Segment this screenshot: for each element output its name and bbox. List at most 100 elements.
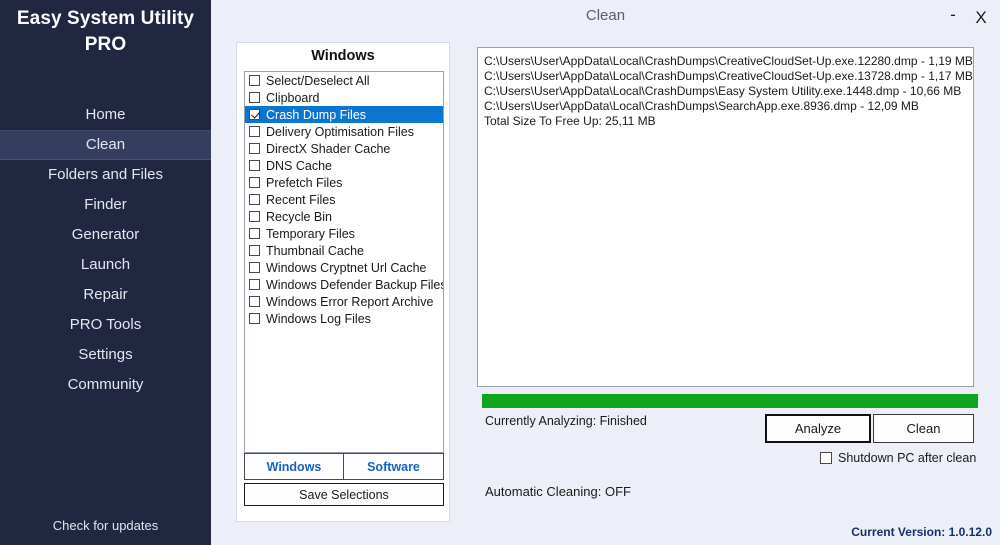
list-item[interactable]: DirectX Shader Cache (245, 140, 443, 157)
automatic-cleaning-status: Automatic Cleaning: OFF (485, 484, 631, 499)
list-item-label: DirectX Shader Cache (266, 141, 391, 156)
analyze-button[interactable]: Analyze (765, 414, 871, 443)
checkbox-icon[interactable] (249, 245, 260, 256)
category-tabs: Windows Software (244, 453, 444, 480)
list-item-label: Windows Log Files (266, 311, 371, 326)
checkbox-icon[interactable] (249, 126, 260, 137)
checkbox-icon[interactable] (249, 109, 260, 120)
sidebar-item-label: Finder (84, 196, 127, 213)
list-item-label: Recycle Bin (266, 209, 332, 224)
sidebar-item-repair[interactable]: Repair (0, 280, 211, 310)
close-icon[interactable]: X (970, 8, 992, 30)
list-item-label: Select/Deselect All (266, 73, 370, 88)
list-item-label: Temporary Files (266, 226, 355, 241)
checkbox-icon[interactable] (249, 177, 260, 188)
tab-label: Windows (266, 459, 322, 474)
log-line: C:\Users\User\AppData\Local\CrashDumps\E… (484, 84, 962, 98)
checkbox-icon[interactable] (249, 228, 260, 239)
list-item-label: Windows Cryptnet Url Cache (266, 260, 427, 275)
sidebar-item-label: PRO Tools (69, 316, 142, 333)
windows-cleanup-panel: Windows Select/Deselect All Clipboard Cras… (236, 42, 450, 522)
sidebar-item-generator[interactable]: Generator (0, 220, 211, 250)
list-item[interactable]: Prefetch Files (245, 174, 443, 191)
list-item[interactable]: Crash Dump Files (245, 106, 443, 123)
list-item[interactable]: Thumbnail Cache (245, 242, 443, 259)
log-line: C:\Users\User\AppData\Local\CrashDumps\C… (484, 54, 973, 68)
list-item[interactable]: Windows Cryptnet Url Cache (245, 259, 443, 276)
log-line: C:\Users\User\AppData\Local\CrashDumps\S… (484, 99, 919, 113)
analysis-log-output[interactable]: C:\Users\User\AppData\Local\CrashDumps\C… (477, 47, 974, 387)
sidebar-item-clean[interactable]: Clean (0, 130, 211, 160)
list-item-label: Thumbnail Cache (266, 243, 364, 258)
checkbox-icon[interactable] (249, 279, 260, 290)
log-line: C:\Users\User\AppData\Local\CrashDumps\C… (484, 69, 973, 83)
shutdown-after-clean-label: Shutdown PC after clean (838, 451, 977, 465)
sidebar: Easy System Utility PRO Home Clean Folders… (0, 0, 211, 545)
checkbox-icon[interactable] (249, 313, 260, 324)
list-item[interactable]: Temporary Files (245, 225, 443, 242)
checkbox-icon[interactable] (249, 160, 260, 171)
left-panel-title: Windows (311, 48, 375, 64)
list-item[interactable]: Recent Files (245, 191, 443, 208)
list-item[interactable]: Windows Log Files (245, 310, 443, 327)
sidebar-item-home[interactable]: Home (0, 100, 211, 130)
checkbox-icon[interactable] (249, 75, 260, 86)
sidebar-item-label: Home (85, 106, 126, 123)
list-item[interactable]: Recycle Bin (245, 208, 443, 225)
list-item[interactable]: Windows Defender Backup Files (245, 276, 443, 293)
list-item[interactable]: Windows Error Report Archive (245, 293, 443, 310)
list-item[interactable]: Select/Deselect All (245, 72, 443, 89)
sidebar-item-folders-and-files[interactable]: Folders and Files (0, 160, 211, 190)
sidebar-item-community[interactable]: Community (0, 370, 211, 400)
clean-button[interactable]: Clean (873, 414, 974, 443)
checkbox-icon[interactable] (249, 92, 260, 103)
sidebar-item-label: Folders and Files (47, 166, 164, 183)
sidebar-item-label: Repair (83, 286, 128, 303)
list-item-label: Clipboard (266, 90, 320, 105)
checkbox-icon[interactable] (249, 143, 260, 154)
save-selections-button[interactable]: Save Selections (244, 483, 444, 506)
list-item-label: Windows Defender Backup Files (266, 277, 444, 292)
sidebar-item-settings[interactable]: Settings (0, 340, 211, 370)
checkbox-icon[interactable] (249, 211, 260, 222)
title-bar: Clean - X (211, 0, 1000, 32)
progress-bar (482, 394, 978, 408)
list-item-label: Crash Dump Files (266, 107, 367, 122)
sidebar-item-label: Settings (78, 346, 133, 363)
sidebar-item-pro-tools[interactable]: PRO Tools (0, 310, 211, 340)
version-label: Current Version: 1.0.12.0 (851, 525, 992, 539)
check-for-updates-link[interactable]: Check for updates (0, 518, 211, 533)
sidebar-item-label: Generator (71, 226, 140, 243)
cleanup-item-list[interactable]: Select/Deselect All Clipboard Crash Dump F… (244, 71, 444, 453)
list-item-label: Prefetch Files (266, 175, 343, 190)
checkbox-icon[interactable] (249, 262, 260, 273)
list-item-label: DNS Cache (266, 158, 332, 173)
brand-line-2: PRO (84, 34, 127, 55)
list-item[interactable]: Clipboard (245, 89, 443, 106)
app-brand: Easy System Utility PRO (0, 0, 211, 58)
application-window: Easy System Utility PRO Home Clean Folders… (0, 0, 1000, 545)
list-item[interactable]: Delivery Optimisation Files (245, 123, 443, 140)
list-item-label: Delivery Optimisation Files (266, 124, 414, 139)
checkbox-icon[interactable] (249, 296, 260, 307)
list-item[interactable]: DNS Cache (245, 157, 443, 174)
tab-software[interactable]: Software (344, 453, 444, 480)
sidebar-item-launch[interactable]: Launch (0, 250, 211, 280)
brand-line-1: Easy System Utility (16, 8, 195, 29)
sidebar-item-label: Community (67, 376, 144, 393)
list-item-label: Windows Error Report Archive (266, 294, 434, 309)
progress-bar-fill (482, 394, 978, 408)
list-item-label: Recent Files (266, 192, 336, 207)
checkbox-icon[interactable] (820, 452, 832, 464)
checkbox-icon[interactable] (249, 194, 260, 205)
sidebar-item-label: Launch (80, 256, 131, 273)
tab-label: Software (367, 459, 420, 474)
sidebar-item-finder[interactable]: Finder (0, 190, 211, 220)
tab-windows[interactable]: Windows (244, 453, 344, 480)
log-line: Total Size To Free Up: 25,11 MB (484, 114, 656, 128)
shutdown-after-clean-checkbox[interactable]: Shutdown PC after clean (820, 451, 976, 465)
page-title: Clean (585, 7, 626, 24)
minimize-icon[interactable]: - (942, 6, 964, 30)
status-text: Currently Analyzing: Finished (485, 414, 647, 428)
sidebar-item-label: Clean (85, 136, 126, 153)
